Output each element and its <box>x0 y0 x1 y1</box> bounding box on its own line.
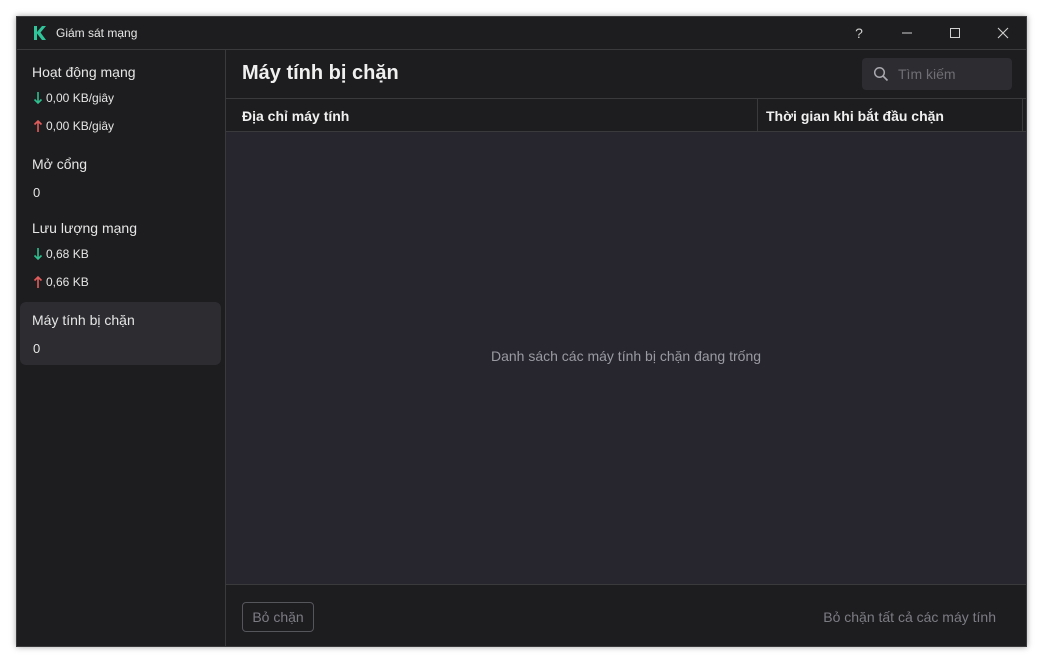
sidebar-item-label: Mở cổng <box>32 156 88 172</box>
kaspersky-logo-icon <box>34 26 46 40</box>
minimize-button[interactable] <box>883 17 931 49</box>
page-title: Máy tính bị chặn <box>242 62 399 84</box>
traffic-upload-value: 0,66 KB <box>46 275 89 289</box>
column-divider[interactable] <box>757 99 758 132</box>
footer: Bỏ chặn Bỏ chặn tất cả các máy tính <box>226 584 1026 646</box>
sidebar: Hoạt động mạng 0,00 KB/giây 0,00 KB/giây… <box>17 50 226 646</box>
unblock-all-link[interactable]: Bỏ chặn tất cả các máy tính <box>823 609 996 625</box>
minimize-icon <box>902 32 912 34</box>
search-input[interactable]: Tìm kiếm <box>862 58 1012 90</box>
close-icon <box>997 27 1009 39</box>
sidebar-item-blocked-computers[interactable]: Máy tính bị chặn 0 <box>20 302 221 365</box>
traffic-download: 0,68 KB <box>33 247 89 261</box>
open-ports-count: 0 <box>33 185 41 200</box>
column-header-address[interactable]: Địa chỉ máy tính <box>242 108 349 124</box>
close-button[interactable] <box>979 17 1026 49</box>
arrow-down-icon <box>33 92 43 105</box>
table-body: Danh sách các máy tính bị chặn đang trốn… <box>226 132 1026 584</box>
sidebar-item-network-traffic[interactable]: Lưu lượng mạng 0,68 KB 0,66 KB <box>20 212 221 310</box>
column-header-block-time[interactable]: Thời gian khi bắt đầu chặn <box>766 108 944 124</box>
download-rate: 0,00 KB/giây <box>33 91 114 105</box>
traffic-upload: 0,66 KB <box>33 275 89 289</box>
arrow-down-icon <box>33 248 43 261</box>
maximize-button[interactable] <box>931 17 979 49</box>
window-title: Giám sát mạng <box>56 26 138 40</box>
upload-rate: 0,00 KB/giây <box>33 119 114 133</box>
sidebar-item-network-activity[interactable]: Hoạt động mạng 0,00 KB/giây 0,00 KB/giây <box>20 56 221 138</box>
help-icon: ? <box>855 25 863 41</box>
column-divider[interactable] <box>1022 99 1023 132</box>
download-rate-value: 0,00 KB/giây <box>46 91 115 105</box>
table-header: Địa chỉ máy tính Thời gian khi bắt đầu c… <box>226 98 1026 132</box>
sidebar-item-label: Hoạt động mạng <box>32 64 136 80</box>
upload-rate-value: 0,00 KB/giây <box>46 119 115 133</box>
arrow-up-icon <box>33 275 43 288</box>
traffic-download-value: 0,68 KB <box>46 247 89 261</box>
unblock-button[interactable]: Bỏ chặn <box>242 602 314 632</box>
help-button[interactable]: ? <box>835 17 883 49</box>
title-bar: Giám sát mạng ? <box>17 17 1026 50</box>
search-icon <box>873 66 889 82</box>
sidebar-item-open-ports[interactable]: Mở cổng 0 <box>20 148 221 206</box>
main-panel: Máy tính bị chặn Tìm kiếm Địa chỉ máy tí… <box>226 50 1026 646</box>
empty-list-message: Danh sách các máy tính bị chặn đang trốn… <box>490 348 762 364</box>
blocked-computers-count: 0 <box>33 341 41 356</box>
maximize-icon <box>950 28 960 38</box>
network-monitor-window: Giám sát mạng ? Hoạt động mạng 0,00 KB/g… <box>16 16 1027 647</box>
arrow-up-icon <box>33 119 43 132</box>
search-placeholder: Tìm kiếm <box>898 66 956 82</box>
sidebar-item-label: Máy tính bị chặn <box>32 312 135 328</box>
sidebar-item-label: Lưu lượng mạng <box>32 220 137 236</box>
